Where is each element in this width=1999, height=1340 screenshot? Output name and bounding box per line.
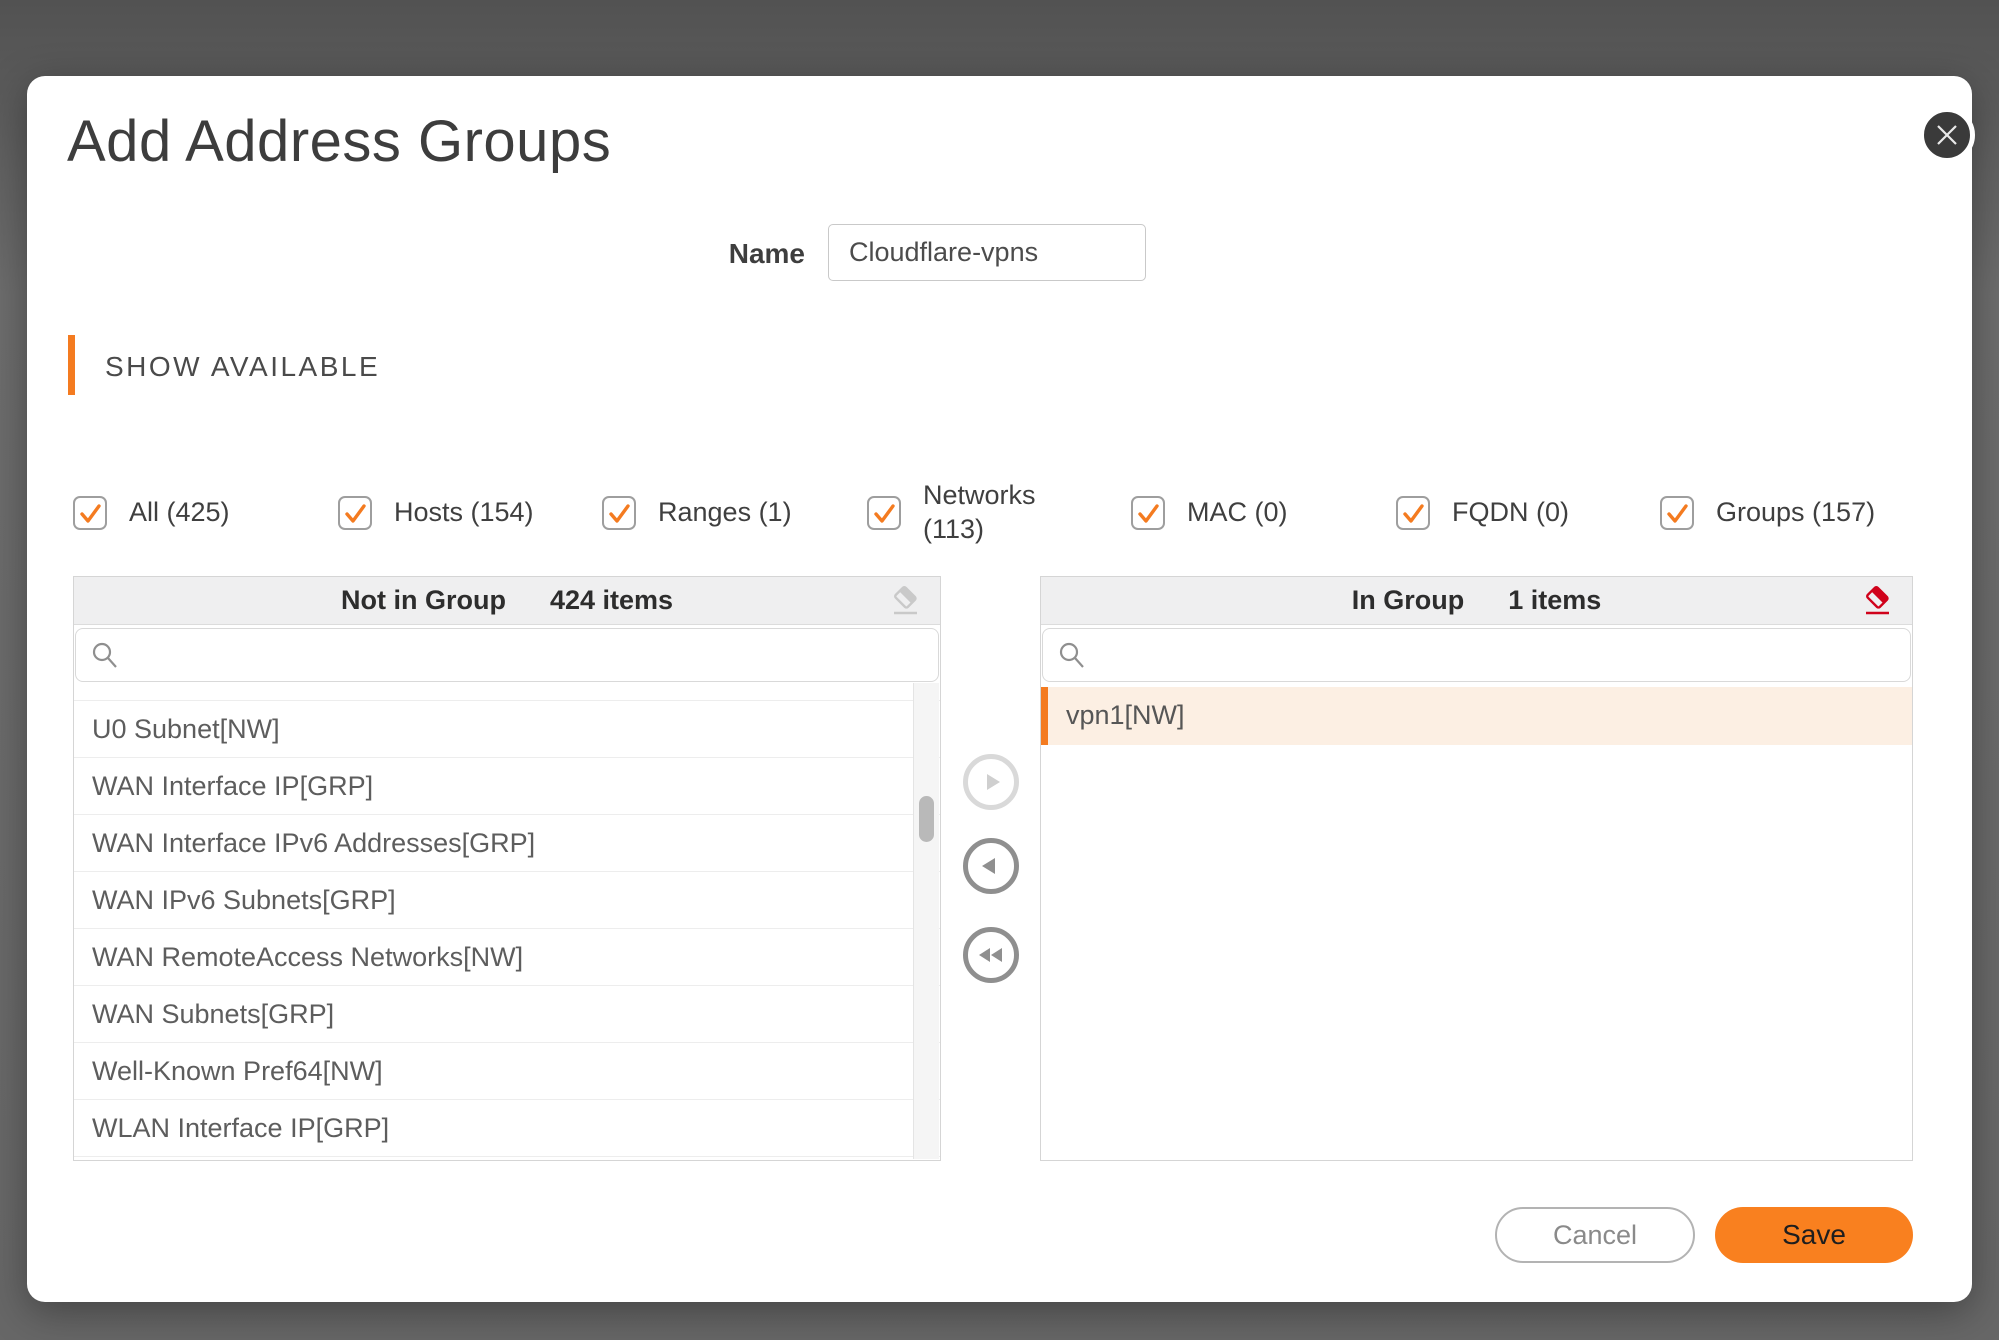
- filter-checkbox-hosts[interactable]: Hosts (154): [338, 481, 534, 545]
- section-accent-bar: [68, 335, 75, 395]
- save-button[interactable]: Save: [1715, 1207, 1913, 1263]
- dialog-title: Add Address Groups: [67, 112, 611, 173]
- arrow-right-icon: [975, 766, 1007, 798]
- section-title: SHOW AVAILABLE: [105, 351, 380, 383]
- move-all-left-button[interactable]: [963, 927, 1019, 983]
- panel-item-count: 1 items: [1508, 585, 1601, 616]
- list-item[interactable]: U0 Subnet[NW]: [74, 701, 940, 758]
- arrow-left-icon: [975, 850, 1007, 882]
- name-label: Name: [635, 238, 805, 270]
- filter-label: FQDN (0): [1452, 496, 1569, 530]
- filter-label: Hosts (154): [394, 496, 534, 530]
- not-in-group-header: Not in Group 424 items: [74, 577, 940, 625]
- list-item[interactable]: WAN Interface IPv6 Addresses[GRP]: [74, 815, 940, 872]
- filter-checkbox-mac[interactable]: MAC (0): [1131, 481, 1288, 545]
- list-item[interactable]: WAN RemoteAccess Networks[NW]: [74, 929, 940, 986]
- filter-checkbox-all[interactable]: All (425): [73, 481, 230, 545]
- in-group-panel: In Group 1 items: [1040, 576, 1913, 1161]
- close-button[interactable]: [1919, 107, 1975, 163]
- remove-all-button[interactable]: [1860, 584, 1894, 618]
- not-in-group-search: [75, 628, 939, 682]
- clear-search-button[interactable]: [888, 584, 922, 618]
- checkbox-checked-icon: [73, 496, 107, 530]
- checkbox-checked-icon: [338, 496, 372, 530]
- filter-checkbox-groups[interactable]: Groups (157): [1660, 481, 1875, 545]
- double-arrow-left-icon: [974, 938, 1008, 972]
- checkbox-checked-icon: [1396, 496, 1430, 530]
- filter-label: Ranges (1): [658, 496, 792, 530]
- name-input[interactable]: [828, 224, 1146, 281]
- partially-scrolled-row: [74, 684, 940, 701]
- panel-title: In Group: [1352, 585, 1464, 616]
- in-group-header: In Group 1 items: [1041, 577, 1912, 625]
- list-item[interactable]: WAN Interface IP[GRP]: [74, 758, 940, 815]
- list-item-selected[interactable]: vpn1[NW]: [1041, 687, 1912, 745]
- cancel-button[interactable]: Cancel: [1495, 1207, 1695, 1263]
- filter-label: Networks (113): [923, 479, 1045, 547]
- panel-title: Not in Group: [341, 585, 506, 616]
- list-item[interactable]: WAN IPv6 Subnets[GRP]: [74, 872, 940, 929]
- move-left-button[interactable]: [963, 838, 1019, 894]
- search-input[interactable]: [1042, 628, 1911, 682]
- list-item[interactable]: WLAN Interface IP[GRP]: [74, 1100, 940, 1157]
- list-item[interactable]: Well-Known Pref64[NW]: [74, 1043, 940, 1100]
- list-item[interactable]: WAN Subnets[GRP]: [74, 986, 940, 1043]
- add-address-groups-dialog: Add Address Groups Name SHOW AVAILABLE A…: [27, 76, 1972, 1302]
- not-in-group-panel: Not in Group 424 items: [73, 576, 941, 1161]
- screen-backdrop: Add Address Groups Name SHOW AVAILABLE A…: [0, 0, 1999, 1340]
- close-icon: [1934, 122, 1960, 148]
- panel-item-count: 424 items: [550, 585, 673, 616]
- eraser-icon: [1860, 584, 1894, 618]
- eraser-icon: [888, 584, 922, 618]
- filter-label: Groups (157): [1716, 496, 1875, 530]
- filter-label: All (425): [129, 496, 230, 530]
- in-group-search: [1042, 628, 1911, 682]
- filter-label: MAC (0): [1187, 496, 1288, 530]
- filter-checkbox-networks[interactable]: Networks (113): [867, 481, 1045, 545]
- checkbox-checked-icon: [1131, 496, 1165, 530]
- filter-checkbox-ranges[interactable]: Ranges (1): [602, 481, 792, 545]
- checkbox-checked-icon: [867, 496, 901, 530]
- filter-checkbox-fqdn[interactable]: FQDN (0): [1396, 481, 1569, 545]
- checkbox-checked-icon: [602, 496, 636, 530]
- not-in-group-list: U0 Subnet[NW] WAN Interface IP[GRP] WAN …: [74, 684, 940, 1159]
- scrollbar-track[interactable]: [913, 683, 939, 1159]
- search-input[interactable]: [75, 628, 939, 682]
- scrollbar-thumb[interactable]: [919, 796, 934, 842]
- checkbox-checked-icon: [1660, 496, 1694, 530]
- move-right-button[interactable]: [963, 754, 1019, 810]
